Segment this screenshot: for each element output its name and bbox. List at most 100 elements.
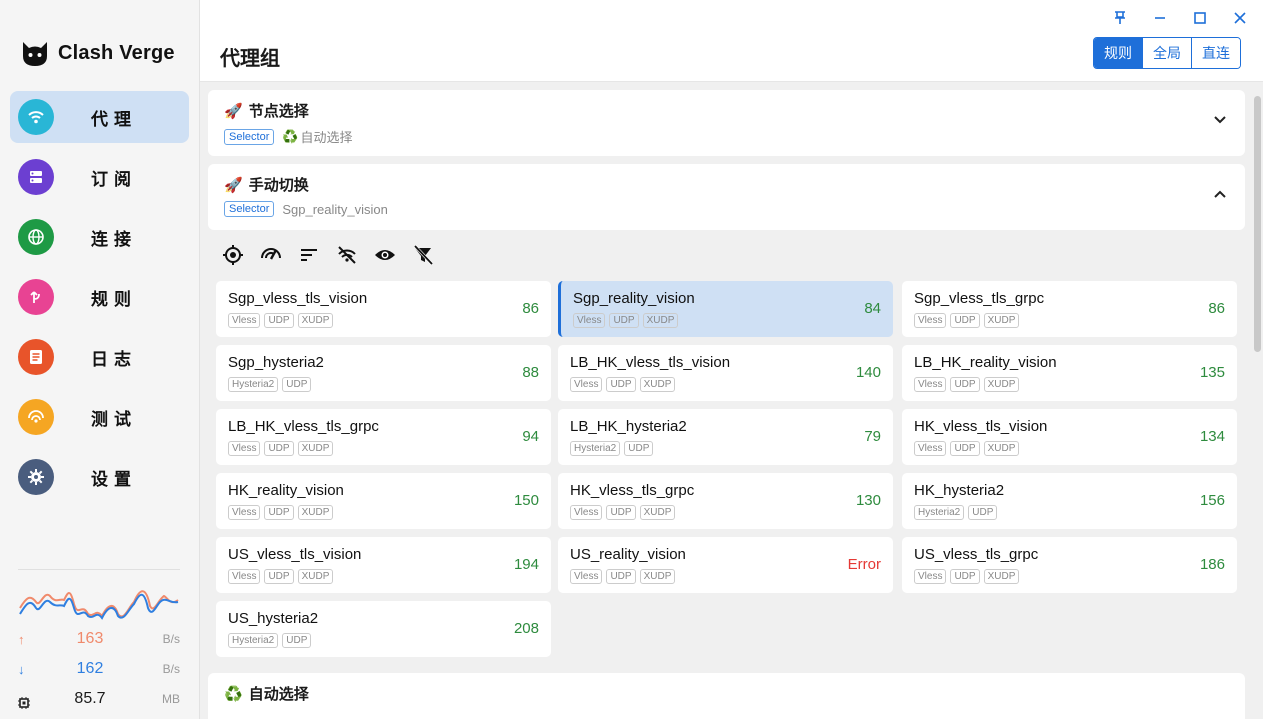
proxy-card[interactable]: Sgp_hysteria2 Hysteria2 UDP 88	[216, 345, 551, 401]
window-controls	[1111, 8, 1249, 28]
sidebar-item-3[interactable]: 规则	[10, 271, 189, 323]
sidebar-item-4[interactable]: 日志	[10, 331, 189, 383]
mode-button-2[interactable]: 直连	[1191, 38, 1240, 68]
proxy-card[interactable]: LB_HK_vless_tls_grpc Vless UDP XUDP 94	[216, 409, 551, 465]
proxy-name: LB_HK_reality_vision	[914, 354, 1057, 371]
proxy-card[interactable]: Sgp_reality_vision Vless UDP XUDP 84	[558, 281, 893, 337]
proxy-tag: UDP	[264, 313, 294, 328]
proxy-name: US_vless_tls_grpc	[914, 546, 1039, 563]
proxy-tag: UDP	[282, 633, 312, 648]
traffic-graph	[19, 590, 179, 620]
maximize-icon[interactable]	[1191, 8, 1209, 28]
speed-test-icon[interactable]	[260, 244, 282, 266]
proxy-group-card[interactable]: 🚀 手动切换 Selector Sgp_reality_vision	[208, 164, 1245, 230]
proxy-delay[interactable]: 86	[522, 300, 539, 317]
proxy-card[interactable]: LB_HK_vless_tls_vision Vless UDP XUDP 140	[558, 345, 893, 401]
proxy-card[interactable]: LB_HK_reality_vision Vless UDP XUDP 135	[902, 345, 1237, 401]
proxy-tag: Vless	[228, 569, 261, 584]
proxy-delay[interactable]: 86	[1208, 300, 1225, 317]
proxy-card[interactable]: Sgp_vless_tls_vision Vless UDP XUDP 86	[216, 281, 551, 337]
locate-icon[interactable]	[222, 244, 244, 266]
download-unit: B/s	[162, 662, 180, 676]
url-test-off-icon[interactable]	[336, 244, 358, 266]
proxy-card[interactable]: US_hysteria2 Hysteria2 UDP 208	[216, 601, 551, 657]
proxy-card[interactable]: HK_vless_tls_vision Vless UDP XUDP 134	[902, 409, 1237, 465]
sidebar-nav: 代理订阅连接规则日志测试设置	[10, 91, 189, 511]
proxy-delay[interactable]: 88	[522, 364, 539, 381]
radar-icon	[18, 399, 54, 435]
proxy-card[interactable]: HK_reality_vision Vless UDP XUDP 150	[216, 473, 551, 529]
proxy-toolbar	[222, 244, 434, 266]
proxy-card[interactable]: US_vless_tls_vision Vless UDP XUDP 194	[216, 537, 551, 593]
sidebar-item-label: 订阅	[91, 169, 137, 189]
group-current: 自动选择	[300, 130, 353, 145]
upload-stat: ↑ 163 B/s	[18, 624, 180, 654]
proxy-card[interactable]: HK_hysteria2 Hysteria2 UDP 156	[902, 473, 1237, 529]
proxy-tags: Vless UDP XUDP	[570, 505, 676, 520]
chevron-down-icon[interactable]	[1213, 112, 1227, 128]
cat-logo-icon	[23, 42, 47, 66]
proxy-delay[interactable]: 130	[856, 492, 881, 509]
proxy-delay[interactable]: 134	[1200, 428, 1225, 445]
divider	[18, 569, 180, 570]
close-icon[interactable]	[1231, 8, 1249, 28]
sidebar-item-2[interactable]: 连接	[10, 211, 189, 263]
eye-icon[interactable]	[374, 244, 396, 266]
mode-button-1[interactable]: 全局	[1142, 38, 1191, 68]
gear-icon	[18, 459, 54, 495]
sort-icon[interactable]	[298, 244, 320, 266]
scrollbar[interactable]	[1254, 96, 1261, 352]
proxy-card[interactable]: LB_HK_hysteria2 Hysteria2 UDP 79	[558, 409, 893, 465]
proxy-tag: Vless	[228, 313, 261, 328]
sidebar-item-6[interactable]: 设置	[10, 451, 189, 503]
main-panel: 代理组 规则 全局 直连 🚀 节点选择 Selector ♻️ 自动选择 🚀 手…	[200, 0, 1263, 719]
proxy-tags: Vless UDP XUDP	[914, 569, 1020, 584]
proxy-delay[interactable]: 194	[514, 556, 539, 573]
filter-off-icon[interactable]	[412, 244, 434, 266]
page-title: 代理组	[220, 48, 280, 70]
proxy-group-card[interactable]: 🚀 节点选择 Selector ♻️ 自动选择	[208, 90, 1245, 156]
pin-icon[interactable]	[1111, 8, 1129, 28]
proxy-name: HK_vless_tls_grpc	[570, 482, 695, 499]
proxy-delay[interactable]: 94	[522, 428, 539, 445]
proxy-tag: UDP	[264, 505, 294, 520]
proxy-tag: XUDP	[639, 505, 676, 520]
proxy-card[interactable]: Sgp_vless_tls_grpc Vless UDP XUDP 86	[902, 281, 1237, 337]
mode-button-0[interactable]: 规则	[1094, 38, 1142, 68]
proxy-name: LB_HK_vless_tls_grpc	[228, 418, 379, 435]
proxy-tag: Vless	[914, 569, 947, 584]
sidebar-item-label: 代理	[91, 109, 137, 129]
sidebar-item-label: 规则	[91, 289, 137, 309]
proxy-delay[interactable]: 140	[856, 364, 881, 381]
proxy-tag: XUDP	[983, 569, 1020, 584]
proxy-tags: Hysteria2 UDP	[570, 441, 654, 456]
proxy-delay[interactable]: 79	[864, 428, 881, 445]
proxy-delay[interactable]: 150	[514, 492, 539, 509]
sidebar-item-1[interactable]: 订阅	[10, 151, 189, 203]
sidebar-item-5[interactable]: 测试	[10, 391, 189, 443]
minimize-icon[interactable]	[1151, 8, 1169, 28]
proxy-delay[interactable]: 135	[1200, 364, 1225, 381]
proxy-delay[interactable]: 156	[1200, 492, 1225, 509]
proxy-delay[interactable]: 208	[514, 620, 539, 637]
header: 代理组 规则 全局 直连	[200, 0, 1263, 82]
traffic-panel: ↑ 163 B/s ↓ 162 B/s 85.7 MB	[18, 569, 180, 714]
proxy-delay[interactable]: 84	[864, 300, 881, 317]
sidebar-item-0[interactable]: 代理	[10, 91, 189, 143]
chevron-up-icon[interactable]	[1213, 186, 1227, 202]
proxy-delay[interactable]: Error	[848, 556, 881, 573]
proxy-name: Sgp_vless_tls_vision	[228, 290, 368, 307]
sidebar: Clash Verge 代理 订阅 连接 规则 日志 测试 设置 ↑ 163 B/s ↓ 1…	[0, 0, 200, 719]
server-icon	[18, 159, 54, 195]
proxy-delay[interactable]: 186	[1200, 556, 1225, 573]
proxy-tag: XUDP	[297, 505, 334, 520]
proxy-tag: UDP	[282, 377, 312, 392]
list-icon	[18, 339, 54, 375]
proxy-card[interactable]: US_reality_vision Vless UDP XUDP Error	[558, 537, 893, 593]
proxy-card[interactable]: US_vless_tls_grpc Vless UDP XUDP 186	[902, 537, 1237, 593]
memory-chip-icon	[18, 689, 38, 709]
proxy-tag: XUDP	[639, 569, 676, 584]
proxy-tag: Vless	[570, 377, 603, 392]
proxy-group-card[interactable]: ♻️ 自动选择	[208, 673, 1245, 719]
proxy-card[interactable]: HK_vless_tls_grpc Vless UDP XUDP 130	[558, 473, 893, 529]
